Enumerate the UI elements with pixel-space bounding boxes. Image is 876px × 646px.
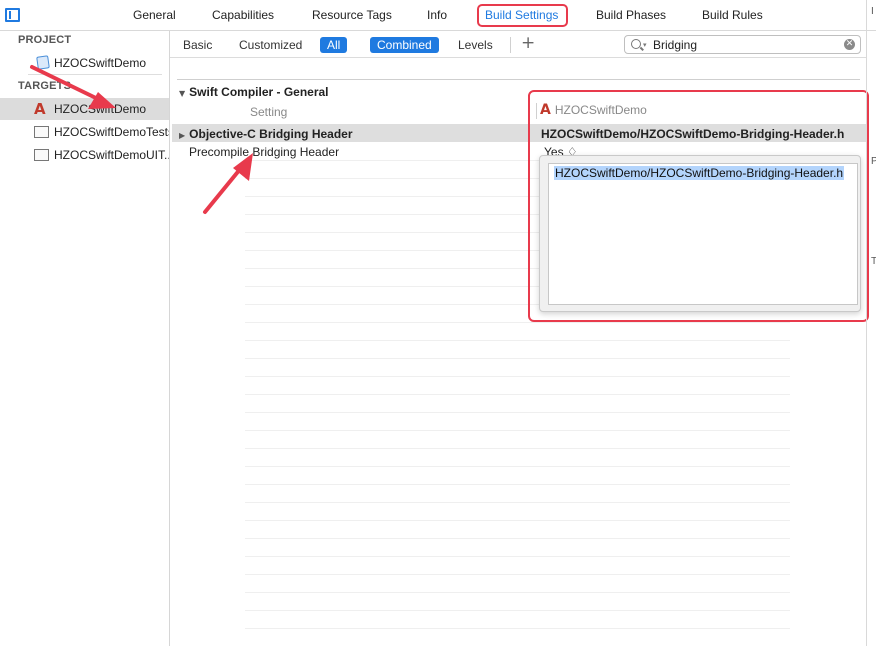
setting-name: Objective-C Bridging Header xyxy=(189,127,353,141)
search-options-chevron-icon[interactable]: ▾ xyxy=(643,41,647,49)
ui-test-bundle-icon xyxy=(34,148,50,162)
project-navigator: PROJECT HZOCSwiftDemo TARGETS A HZOCSwif… xyxy=(0,31,170,646)
disclosure-collapsed-icon[interactable]: ▶ xyxy=(179,131,185,140)
filter-divider xyxy=(510,37,511,53)
navigator-target-tests[interactable]: HZOCSwiftDemoTests xyxy=(0,121,169,143)
column-header-setting: Setting xyxy=(250,105,288,119)
tab-info[interactable]: Info xyxy=(427,8,447,22)
project-heading: PROJECT xyxy=(18,34,72,46)
navigator-project-item[interactable]: HZOCSwiftDemo xyxy=(0,52,169,74)
section-top-rule xyxy=(177,79,860,80)
section-header-swift-compiler[interactable]: ▼ Swift Compiler - General xyxy=(179,85,329,99)
navigator-target-app[interactable]: A HZOCSwiftDemo xyxy=(0,98,169,120)
clear-search-icon[interactable]: ✕ xyxy=(844,39,855,50)
test-bundle-icon xyxy=(34,125,50,139)
project-file-icon xyxy=(34,55,50,70)
inspector-divider xyxy=(866,0,867,646)
editor-tab-bar: General Capabilities Resource Tags Info … xyxy=(0,0,876,31)
search-input[interactable] xyxy=(653,37,843,52)
filter-all-button[interactable]: All xyxy=(320,37,348,53)
section-title: Swift Compiler - General xyxy=(189,85,329,99)
setting-row-bridging-header[interactable]: ▶ Objective-C Bridging Header xyxy=(179,127,353,141)
disclosure-expanded-icon[interactable]: ▼ xyxy=(179,89,185,98)
value-annotation-box xyxy=(528,90,869,322)
tab-general[interactable]: General xyxy=(133,8,176,22)
target-label: HZOCSwiftDemoTests xyxy=(54,125,169,139)
tab-build-phases[interactable]: Build Phases xyxy=(596,8,666,22)
tab-resource-tags[interactable]: Resource Tags xyxy=(312,8,392,22)
inspector-edge-label: T xyxy=(871,256,876,267)
inspector-edge-label: P xyxy=(871,156,876,167)
inspector-edge-label: I xyxy=(871,6,874,17)
filter-combined-button[interactable]: Combined xyxy=(370,37,439,53)
search-field[interactable]: ▾ ✕ xyxy=(624,35,861,54)
arrow-to-setting-line xyxy=(203,166,243,214)
project-item-label: HZOCSwiftDemo xyxy=(54,56,147,70)
target-label: HZOCSwiftDemoUIT... xyxy=(54,148,169,162)
app-target-icon: A xyxy=(34,100,46,118)
search-icon xyxy=(631,39,641,49)
target-label: HZOCSwiftDemo xyxy=(54,102,147,116)
tab-capabilities[interactable]: Capabilities xyxy=(212,8,274,22)
build-settings-annotation-box xyxy=(477,4,568,27)
sidebar-toggle-icon[interactable] xyxy=(5,8,20,22)
tab-build-rules[interactable]: Build Rules xyxy=(702,8,763,22)
filter-basic-button[interactable]: Basic xyxy=(176,37,219,53)
filter-levels-button[interactable]: Levels xyxy=(451,37,500,53)
navigator-separator xyxy=(28,74,162,75)
navigator-target-uitests[interactable]: HZOCSwiftDemoUIT... xyxy=(0,144,169,166)
add-setting-button[interactable]: + xyxy=(521,33,535,53)
setting-name-precompile[interactable]: Precompile Bridging Header xyxy=(189,145,339,159)
filter-customized-button[interactable]: Customized xyxy=(232,37,309,53)
build-settings-filter-bar: Basic Customized All Combined Levels + ▾… xyxy=(170,31,866,58)
targets-heading: TARGETS xyxy=(18,80,72,92)
